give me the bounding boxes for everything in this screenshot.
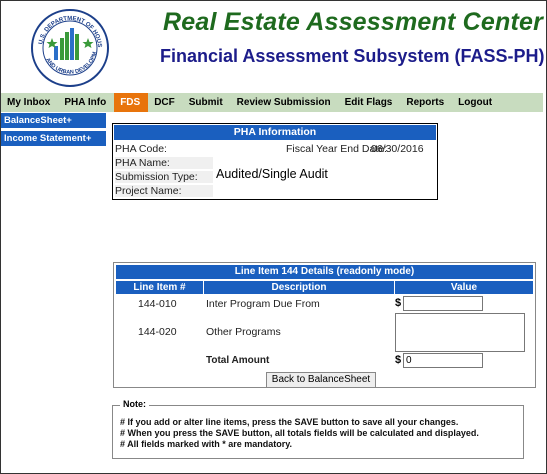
top-nav: My Inbox PHA Info FDS DCF Submit Review … [1,93,543,112]
pha-name-label: PHA Name: [115,157,170,169]
nav-logout[interactable]: Logout [452,93,500,112]
currency-symbol: $ [395,297,402,309]
total-amount-label: Total Amount [206,355,270,366]
total-amount-input[interactable] [403,353,483,368]
column-header-line-item: Line Item # [116,281,203,294]
nav-dcf[interactable]: DCF [148,93,183,112]
fiscal-year-end-value: 06/30/2016 [371,143,424,155]
sidebar-item-balancesheet[interactable]: BalanceSheet+ [1,113,106,128]
app-title: Real Estate Assessment Center [163,8,544,36]
pha-information-title: PHA Information [114,125,436,140]
nav-pha-info[interactable]: PHA Info [58,93,114,112]
nav-submit[interactable]: Submit [183,93,231,112]
nav-reports[interactable]: Reports [400,93,452,112]
sidebar-item-income-statement[interactable]: Income Statement+ [1,131,106,146]
value-textarea-144-020[interactable] [395,313,525,352]
nav-fds[interactable]: FDS [114,93,149,112]
project-name-label: Project Name: [115,185,182,197]
line-item-details-title: Line Item 144 Details (readonly mode) [116,265,533,279]
back-to-balancesheet-button[interactable]: Back to BalanceSheet [266,372,376,388]
column-header-description: Description [204,281,394,294]
line-item-number: 144-020 [138,326,177,338]
submission-type-label: Submission Type: [115,171,198,183]
note-title: Note: [120,399,149,409]
submission-type-value: Audited/Single Audit [216,167,328,181]
line-item-description: Inter Program Due From [206,298,320,310]
pha-information-panel: PHA Information PHA Code: Fiscal Year En… [112,123,438,200]
nav-edit-flags[interactable]: Edit Flags [339,93,401,112]
column-header-value: Value [395,281,533,294]
value-input-144-010[interactable] [403,296,483,311]
note-line: # If you add or alter line items, press … [120,417,459,427]
nav-my-inbox[interactable]: My Inbox [1,93,58,112]
note-line: # When you press the SAVE button, all to… [120,428,479,438]
line-item-number: 144-010 [138,298,177,310]
line-item-description: Other Programs [206,326,281,338]
app-subtitle: Financial Assessment Subsystem (FASS-PH) [160,46,545,66]
pha-code-label: PHA Code: [115,143,167,155]
note-box: # If you add or alter line items, press … [112,405,524,459]
line-item-details-panel: Line Item 144 Details (readonly mode) Li… [113,262,536,388]
nav-review-submission[interactable]: Review Submission [231,93,339,112]
resize-grip-icon[interactable] [518,345,525,352]
hud-seal-logo: U.S. DEPARTMENT OF HOUSING AND URBAN DEV… [28,4,110,88]
total-currency-symbol: $ [395,354,402,366]
sidebar: BalanceSheet+ Income Statement+ [1,113,106,149]
note-line: # All fields marked with * are mandatory… [120,439,293,449]
